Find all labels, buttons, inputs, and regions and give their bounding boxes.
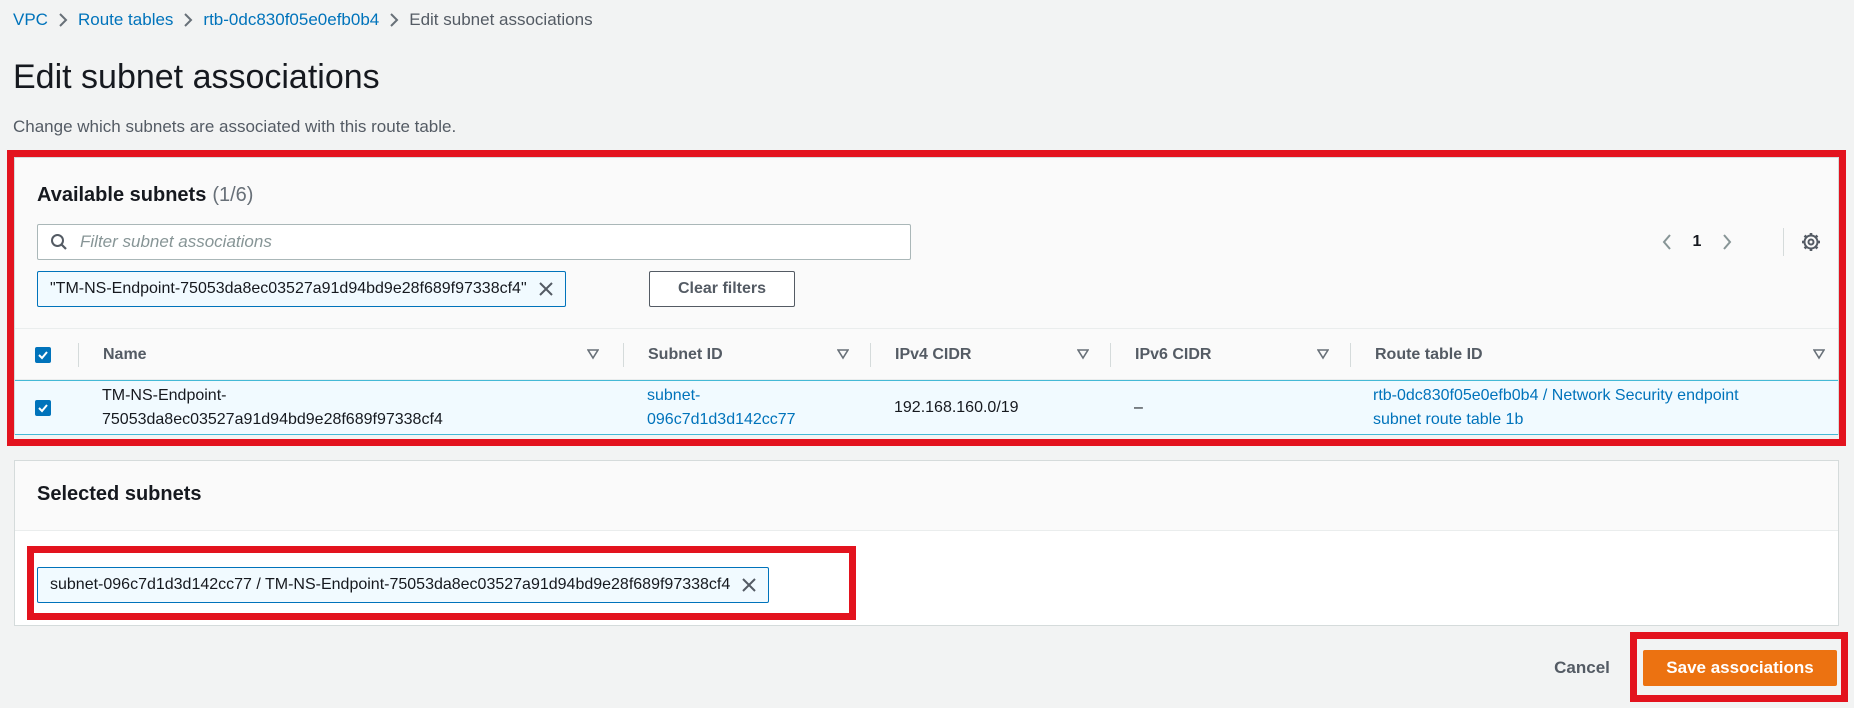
breadcrumb: VPC Route tables rtb-0dc830f05e0efb0b4 E… bbox=[13, 9, 593, 31]
cell-subnet-id: subnet- 096c7d1d3d142cc77 bbox=[647, 381, 862, 434]
selected-subnet-token-text: subnet-096c7d1d3d142cc77 / TM-NS-Endpoin… bbox=[50, 576, 731, 593]
search-icon bbox=[38, 225, 80, 259]
cell-route-table-id: rtb-0dc830f05e0efb0b4 / Network Security… bbox=[1373, 381, 1839, 434]
chevron-left-icon[interactable] bbox=[1650, 224, 1684, 260]
subnet-id-line1: subnet- bbox=[647, 386, 701, 404]
chevron-right-icon bbox=[379, 9, 409, 31]
column-header-ipv6-cidr-label: IPv6 CIDR bbox=[1135, 346, 1212, 363]
chevron-right-icon bbox=[48, 9, 78, 31]
close-icon[interactable] bbox=[527, 272, 565, 306]
selected-subnets-title: Selected subnets bbox=[37, 483, 202, 505]
page-number[interactable]: 1 bbox=[1684, 233, 1710, 251]
breadcrumb-vpc[interactable]: VPC bbox=[13, 10, 48, 30]
page-description: Change which subnets are associated with… bbox=[13, 117, 457, 136]
column-divider bbox=[623, 343, 624, 367]
sort-down-icon bbox=[1812, 347, 1826, 365]
column-divider bbox=[1110, 343, 1111, 367]
filter-search-box[interactable] bbox=[37, 224, 911, 260]
filter-input[interactable] bbox=[80, 227, 900, 257]
table-header: Name Subnet ID IPv4 CIDR IPv6 CIDR Route… bbox=[15, 328, 1838, 380]
sort-down-icon bbox=[1316, 347, 1330, 365]
save-associations-button[interactable]: Save associations bbox=[1643, 650, 1837, 686]
available-subnets-panel: Available subnets(1/6) "TM-NS-Endpoint-7… bbox=[14, 157, 1839, 435]
column-header-route-table-id-label: Route table ID bbox=[1375, 346, 1483, 363]
column-header-ipv6-cidr[interactable]: IPv6 CIDR bbox=[1135, 329, 1343, 381]
breadcrumb-route-tables[interactable]: Route tables bbox=[78, 10, 173, 30]
cell-ipv4-cidr: 192.168.160.0/19 bbox=[894, 398, 1019, 416]
available-subnets-title: Available subnets (1/6) bbox=[37, 184, 253, 207]
column-divider bbox=[870, 343, 871, 367]
column-header-route-table-id[interactable]: Route table ID bbox=[1375, 329, 1839, 381]
cell-name-line2: 75053da8ec03527a91d94bd9e28f689f97338cf4 bbox=[102, 410, 443, 428]
cell-name-line1: TM-NS-Endpoint- bbox=[102, 386, 227, 404]
selected-subnets-panel: Selected subnets subnet-096c7d1d3d142cc7… bbox=[14, 460, 1839, 626]
route-table-line2: subnet route table 1b bbox=[1373, 410, 1524, 428]
row-select-cell bbox=[35, 381, 75, 434]
chevron-right-icon bbox=[173, 9, 203, 31]
filter-token-text: "TM-NS-Endpoint-75053da8ec03527a91d94bd9… bbox=[50, 280, 527, 297]
gear-icon[interactable] bbox=[1793, 224, 1829, 260]
column-divider bbox=[1350, 343, 1351, 367]
breadcrumb-current: Edit subnet associations bbox=[409, 10, 593, 29]
column-header-ipv4-cidr-label: IPv4 CIDR bbox=[895, 346, 972, 363]
breadcrumb-route-table-id[interactable]: rtb-0dc830f05e0efb0b4 bbox=[203, 10, 379, 30]
row-checkbox[interactable] bbox=[35, 399, 51, 416]
column-header-subnet-id[interactable]: Subnet ID bbox=[648, 329, 863, 381]
available-subnets-count: (1/6) bbox=[212, 184, 254, 206]
sort-down-icon bbox=[586, 347, 600, 365]
selected-subnet-token: subnet-096c7d1d3d142cc77 / TM-NS-Endpoin… bbox=[37, 567, 770, 603]
select-all-cell bbox=[35, 329, 75, 381]
cancel-button[interactable]: Cancel bbox=[1534, 650, 1630, 686]
column-header-name-label: Name bbox=[103, 346, 147, 363]
column-header-subnet-id-label: Subnet ID bbox=[648, 346, 723, 363]
column-header-name[interactable]: Name bbox=[103, 329, 613, 381]
column-header-ipv4-cidr[interactable]: IPv4 CIDR bbox=[895, 329, 1103, 381]
subnet-id-line2: 096c7d1d3d142cc77 bbox=[647, 410, 796, 428]
filter-token: "TM-NS-Endpoint-75053da8ec03527a91d94bd9… bbox=[37, 271, 566, 307]
sort-down-icon bbox=[1076, 347, 1090, 365]
chevron-right-icon[interactable] bbox=[1710, 224, 1744, 260]
column-divider bbox=[78, 343, 79, 367]
table-row[interactable]: TM-NS-Endpoint- 75053da8ec03527a91d94bd9… bbox=[15, 380, 1838, 435]
clear-filters-button[interactable]: Clear filters bbox=[649, 271, 795, 307]
cell-name: TM-NS-Endpoint- 75053da8ec03527a91d94bd9… bbox=[102, 381, 612, 434]
pager-divider bbox=[1783, 228, 1784, 256]
select-all-checkbox[interactable] bbox=[35, 347, 51, 363]
subnet-id-link[interactable]: subnet- 096c7d1d3d142cc77 bbox=[647, 384, 796, 432]
pagination: 1 bbox=[1650, 224, 1744, 260]
route-table-line1: rtb-0dc830f05e0efb0b4 / Network Security… bbox=[1373, 386, 1739, 404]
close-icon[interactable] bbox=[730, 568, 768, 602]
selected-subnets-header: Selected subnets bbox=[15, 461, 1838, 531]
route-table-link[interactable]: rtb-0dc830f05e0efb0b4 / Network Security… bbox=[1373, 384, 1739, 432]
page-title: Edit subnet associations bbox=[13, 58, 380, 96]
sort-down-icon bbox=[836, 347, 850, 365]
cell-ipv6-cidr: – bbox=[1134, 398, 1143, 416]
available-subnets-title-text: Available subnets bbox=[37, 184, 207, 206]
